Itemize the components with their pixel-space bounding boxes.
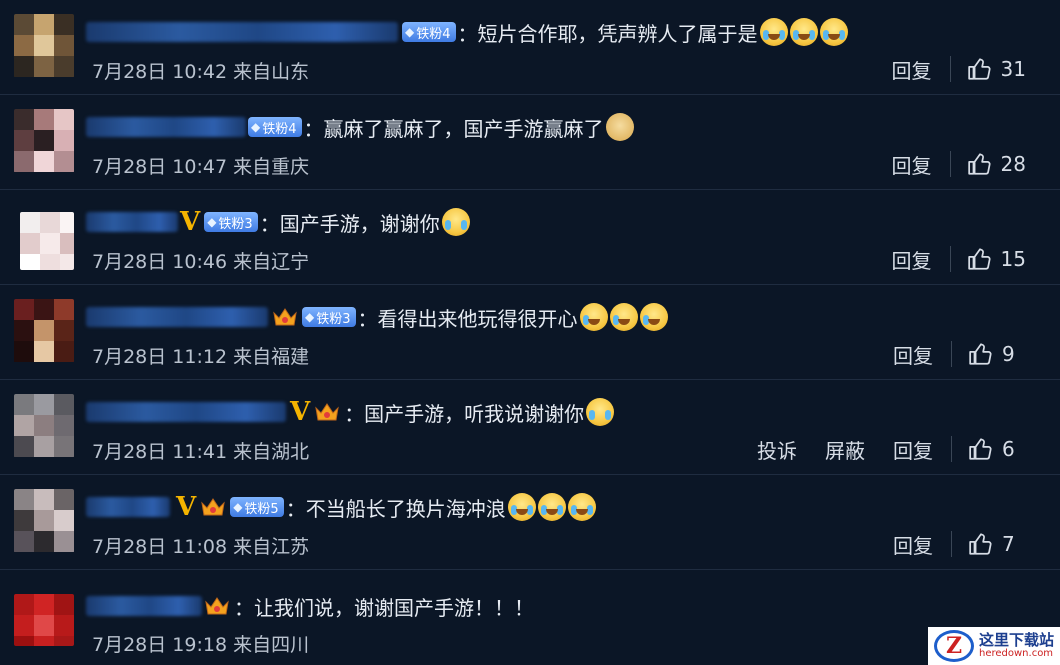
username-blurred[interactable] (86, 402, 286, 422)
comment-text: ：不当船长了换片海冲浪 (285, 496, 506, 521)
vip-v-icon: V (290, 397, 311, 427)
avatar[interactable] (14, 14, 74, 78)
comment-text: ：看得出来他玩得很开心 (357, 306, 578, 331)
comment-meta: 7月28日 10:47 来自重庆 (92, 156, 310, 178)
watermark-logo-icon: Z (934, 630, 974, 662)
laughing-tears-emoji-icon (639, 303, 668, 331)
fan-level-badge: ◆ 铁粉4 (248, 117, 302, 137)
like-count: 31 (1000, 57, 1026, 81)
divider (949, 151, 951, 177)
comment-text: ：让我们说，谢谢国产手游！！！ (234, 595, 534, 620)
divider (951, 341, 952, 367)
reply-button[interactable]: 回复 (892, 245, 932, 274)
thumbs-up-icon[interactable] (967, 246, 993, 272)
laugh-emoji-icon (759, 18, 788, 46)
avatar[interactable] (14, 109, 74, 173)
comment-item: V ◆ 铁粉5 ：不当船长了换片海冲浪 7月28日 11:08 来自江苏 回复 7 (0, 475, 1060, 570)
report-button[interactable]: 投诉 (757, 435, 797, 464)
comment-meta: 7月28日 10:42 来自山东 (92, 61, 310, 83)
comment-text: ：短片合作耶，凭声辨人了属于是 (457, 21, 758, 46)
comment-text: ：国产手游，谢谢你 (259, 211, 440, 236)
sob-emoji-icon (507, 493, 536, 521)
laughing-tears-emoji-icon (579, 303, 608, 331)
username-blurred[interactable] (86, 497, 170, 517)
thumbs-up-icon[interactable] (968, 531, 994, 557)
laughing-tears-emoji-icon (609, 303, 638, 331)
crown-icon (272, 305, 298, 329)
avatar[interactable] (14, 299, 74, 363)
thumbs-up-icon[interactable] (967, 56, 993, 82)
crown-icon (204, 594, 230, 618)
comment-item: ◆ 铁粉3 ：看得出来他玩得很开心 7月28日 11:12 来自福建 回复 9 (0, 285, 1060, 380)
comment-meta: 7月28日 11:41 来自湖北 (92, 441, 310, 463)
sob-emoji-icon (537, 493, 566, 521)
reply-button[interactable]: 回复 (892, 150, 932, 179)
comment-meta: 7月28日 19:18 来自四川 (92, 634, 310, 656)
fan-level-badge: ◆ 铁粉4 (402, 22, 456, 42)
thumbs-up-icon[interactable] (968, 436, 994, 462)
diamond-icon: ◆ (207, 215, 217, 229)
like-count: 6 (1002, 437, 1015, 461)
divider (949, 56, 951, 82)
comment-text: ：国产手游，听我说谢谢你 (344, 401, 585, 426)
laugh-emoji-icon (789, 18, 818, 46)
like-count: 15 (1000, 247, 1026, 271)
laugh-emoji-icon (819, 18, 848, 46)
divider (949, 246, 951, 272)
thumbs-up-icon[interactable] (968, 341, 994, 367)
doge-emoji-icon (605, 113, 634, 141)
crown-icon (314, 400, 340, 424)
fan-level-badge: ◆ 铁粉5 (230, 497, 284, 517)
reply-button[interactable]: 回复 (893, 340, 933, 369)
username-blurred[interactable] (86, 117, 246, 137)
username-blurred[interactable] (86, 596, 202, 616)
comment-text: ：赢麻了赢麻了，国产手游赢麻了 (303, 116, 604, 141)
like-count: 9 (1002, 342, 1015, 366)
reply-button[interactable]: 回复 (892, 55, 932, 84)
watermark-url: heredown.com (979, 647, 1054, 659)
avatar[interactable] (14, 394, 74, 458)
username-blurred[interactable] (86, 307, 268, 327)
fan-level-badge: ◆ 铁粉3 (204, 212, 258, 232)
avatar[interactable] (14, 594, 74, 646)
comment-item: ：让我们说，谢谢国产手游！！！ 7月28日 19:18 来自四川 (0, 570, 1060, 665)
thumbs-up-icon[interactable] (967, 151, 993, 177)
sob-emoji-icon (567, 493, 596, 521)
crying-emoji-icon (441, 208, 470, 236)
avatar[interactable] (14, 489, 74, 553)
username-blurred[interactable] (86, 212, 178, 232)
vip-v-icon: V (180, 207, 201, 237)
reply-button[interactable]: 回复 (893, 435, 933, 464)
reply-button[interactable]: 回复 (893, 530, 933, 559)
comment-item: V ：国产手游，听我说谢谢你 7月28日 11:41 来自湖北 投诉 屏蔽 回复… (0, 380, 1060, 475)
crown-icon (200, 495, 226, 519)
block-button[interactable]: 屏蔽 (825, 435, 865, 464)
comment-item: V ◆ 铁粉3 ：国产手游，谢谢你 7月28日 10:46 来自辽宁 回复 15 (0, 190, 1060, 285)
like-count: 7 (1002, 532, 1015, 556)
comment-meta: 7月28日 11:08 来自江苏 (92, 536, 310, 558)
fan-level-badge: ◆ 铁粉3 (302, 307, 356, 327)
crying-emoji-icon (586, 398, 615, 426)
diamond-icon: ◆ (305, 310, 315, 324)
comment-meta: 7月28日 10:46 来自辽宁 (92, 251, 310, 273)
diamond-icon: ◆ (233, 500, 243, 514)
comment-meta: 7月28日 11:12 来自福建 (92, 346, 310, 368)
like-count: 28 (1000, 152, 1026, 176)
comment-item: ◆ 铁粉4 ：短片合作耶，凭声辨人了属于是 7月28日 10:42 来自山东 回复… (0, 0, 1060, 95)
diamond-icon: ◆ (251, 120, 261, 134)
divider (951, 436, 952, 462)
divider (951, 531, 952, 557)
vip-v-icon: V (176, 492, 197, 522)
comment-item: ◆ 铁粉4 ：赢麻了赢麻了，国产手游赢麻了 7月28日 10:47 来自重庆 回复… (0, 95, 1060, 190)
diamond-icon: ◆ (405, 25, 415, 39)
watermark-title: 这里下载站 (979, 630, 1055, 649)
username-blurred[interactable] (86, 22, 398, 42)
avatar[interactable] (20, 212, 74, 270)
site-watermark: Z 这里下载站 heredown.com (928, 627, 1060, 665)
